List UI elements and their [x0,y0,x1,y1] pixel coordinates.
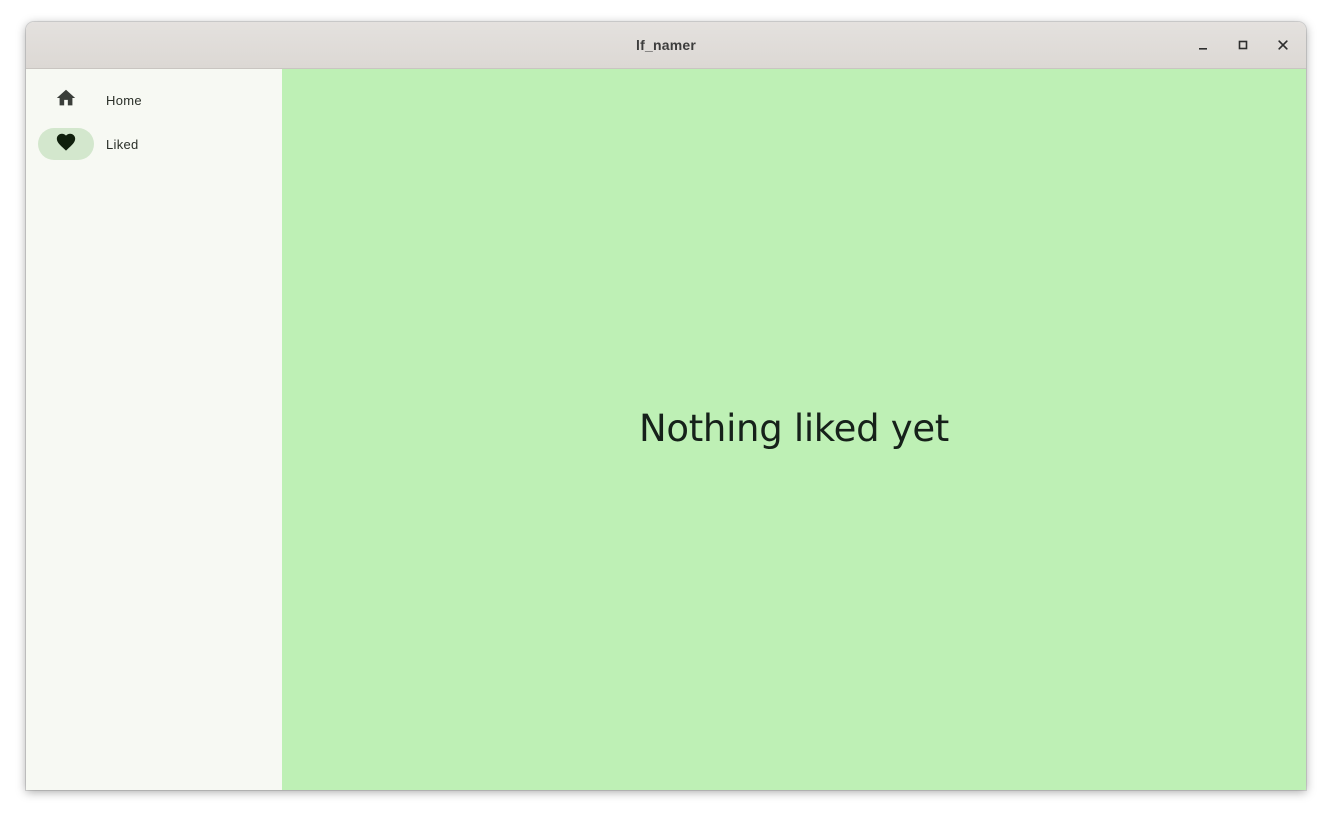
navigation-rail: Home Liked [26,69,282,790]
close-button[interactable] [1272,34,1294,56]
maximize-button[interactable] [1232,34,1254,56]
app-window: lf_namer Home Liked Nothing liked yet [26,22,1306,790]
nav-indicator-selected [38,128,94,160]
nav-item-liked[interactable]: Liked [38,128,270,160]
minimize-button[interactable] [1192,34,1214,56]
home-icon [55,87,77,114]
minimize-icon [1198,40,1208,50]
nav-indicator [38,84,94,116]
empty-state-message: Nothing liked yet [639,407,949,450]
heart-icon [55,131,77,158]
main-content: Nothing liked yet [282,69,1306,790]
window-title: lf_namer [636,37,696,53]
close-icon [1278,40,1288,50]
nav-label-liked: Liked [106,136,139,152]
nav-item-home[interactable]: Home [38,84,270,116]
title-bar[interactable]: lf_namer [26,22,1306,69]
maximize-icon [1238,40,1248,50]
nav-label-home: Home [106,92,142,108]
